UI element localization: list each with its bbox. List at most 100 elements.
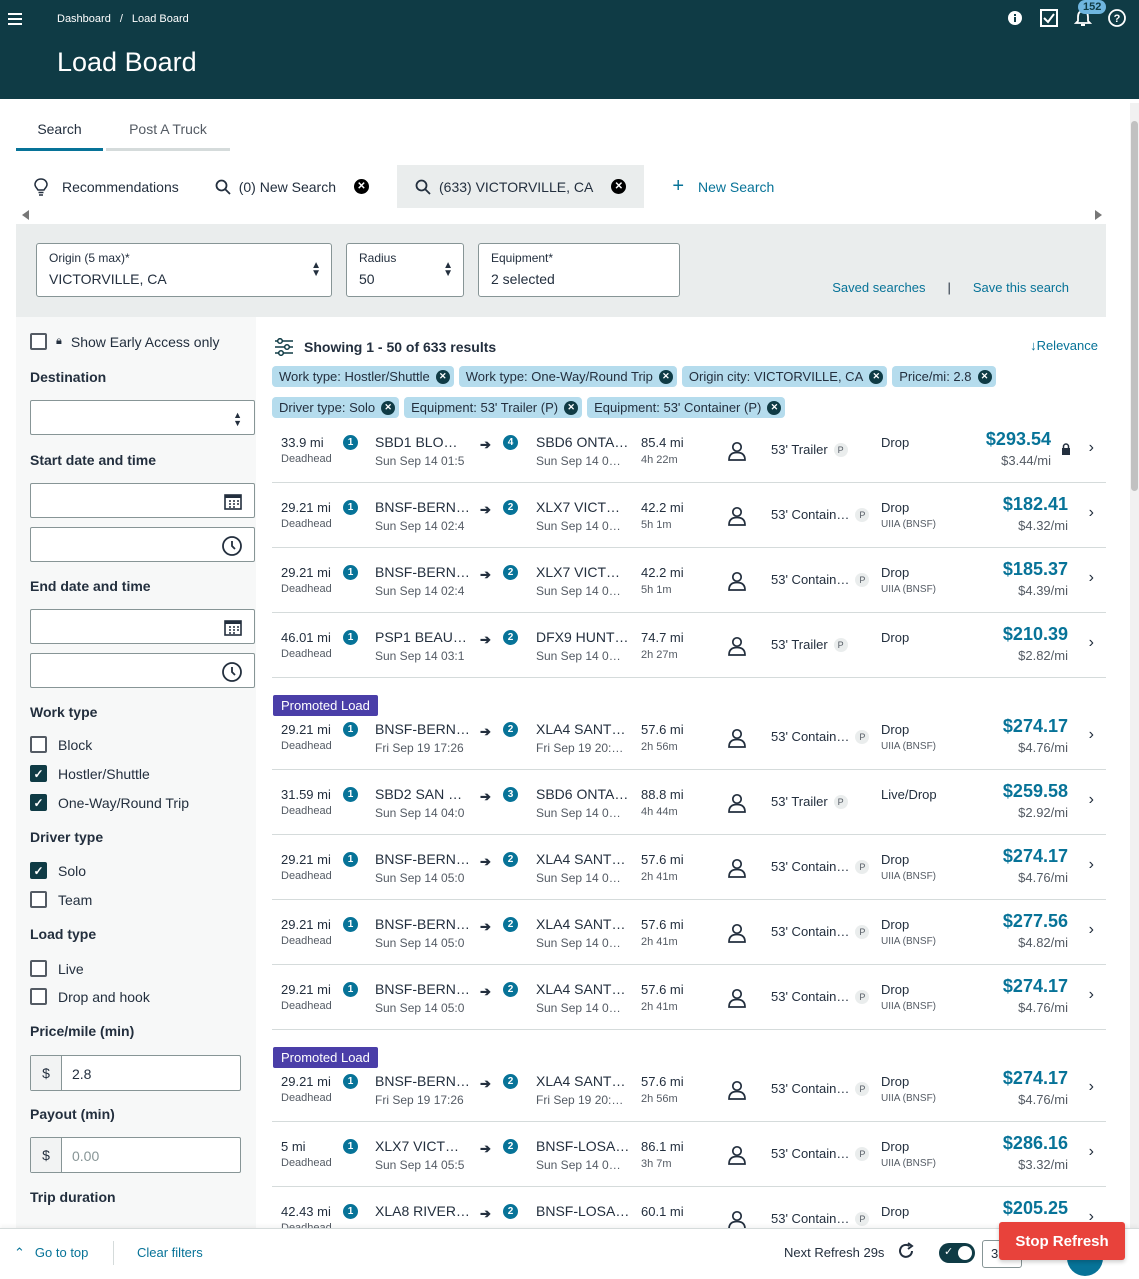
- load-row[interactable]: 33.9 mi Deadhead 1 SBD1 BLO… Sun Sep 14 01:5…: [272, 418, 1106, 483]
- chevron-right-icon[interactable]: ›: [1089, 856, 1094, 874]
- chevron-right-icon[interactable]: ›: [1089, 1078, 1094, 1096]
- chevron-right-icon[interactable]: ›: [1089, 504, 1094, 522]
- remove-filter-icon[interactable]: ✕: [658, 369, 673, 384]
- price-per-mile: $4.39/mi: [1018, 583, 1068, 598]
- tab-search[interactable]: Search: [16, 117, 103, 151]
- arrow-right-icon: ➔: [480, 437, 491, 452]
- new-search-button[interactable]: + New Search: [654, 165, 792, 208]
- destination-select[interactable]: ▲ ▼: [30, 400, 255, 435]
- close-search-icon[interactable]: ✕: [611, 179, 627, 194]
- checkbox[interactable]: [30, 960, 47, 977]
- load-row[interactable]: 31.59 mi Deadhead 1 SBD2 SAN … Sun Sep 14 04…: [272, 770, 1106, 835]
- load-row[interactable]: 5 mi Deadhead 1 XLX7 VICT… Sun Sep 14 05:5 ➔ 2…: [272, 1122, 1106, 1187]
- start-date-input[interactable]: [30, 483, 255, 518]
- remove-filter-icon[interactable]: ✕: [767, 400, 782, 415]
- page-title: Load Board: [57, 47, 197, 77]
- saved-searches-link[interactable]: Saved searches: [832, 280, 925, 295]
- load-row[interactable]: Promoted Load 29.21 mi Deadhead 1 BNSF-BERN……: [272, 678, 1106, 770]
- checkbox[interactable]: [30, 736, 47, 753]
- victorville-search-tab[interactable]: (633) VICTORVILLE, CA ✕: [397, 165, 645, 208]
- menu-icon[interactable]: [8, 13, 22, 27]
- calendar-icon[interactable]: [224, 492, 242, 515]
- help-icon[interactable]: ?: [1107, 8, 1127, 28]
- stop-number-badge: 1: [343, 1139, 358, 1154]
- checkbox-checked[interactable]: ✓: [30, 765, 47, 782]
- new-search-0-tab[interactable]: (0) New Search ✕: [197, 165, 387, 208]
- scrollbar-thumb[interactable]: [1131, 121, 1138, 491]
- checkbox[interactable]: [30, 891, 47, 908]
- checkbox-checked[interactable]: ✓: [30, 862, 47, 879]
- load-row[interactable]: 46.01 mi Deadhead 1 PSP1 BEAU… Sun Sep 14 03…: [272, 613, 1106, 678]
- equipment-type: 53' Contain…: [771, 729, 850, 744]
- close-search-icon[interactable]: ✕: [354, 179, 369, 194]
- work-type-block[interactable]: Block: [30, 736, 92, 753]
- early-access-filter[interactable]: 🔒︎ Show Early Access only: [30, 333, 219, 350]
- driver-type-team[interactable]: Team: [30, 891, 92, 908]
- checkbox[interactable]: [30, 988, 47, 1005]
- chevron-right-icon[interactable]: ›: [1089, 439, 1094, 457]
- chevron-right-icon[interactable]: ›: [1089, 791, 1094, 809]
- chevron-right-icon[interactable]: ›: [1089, 986, 1094, 1004]
- scroll-left-icon[interactable]: [22, 210, 29, 220]
- tasks-checkbox-icon[interactable]: [1039, 8, 1059, 28]
- remove-filter-icon[interactable]: ✕: [435, 369, 450, 384]
- filter-sliders-icon[interactable]: [274, 338, 294, 356]
- auto-refresh-toggle[interactable]: ✓: [939, 1243, 975, 1263]
- remove-filter-icon[interactable]: ✕: [977, 369, 992, 384]
- sort-relevance-button[interactable]: ↓Relevance: [1030, 338, 1098, 353]
- chevron-right-icon[interactable]: ›: [1089, 921, 1094, 939]
- load-type-drop-hook[interactable]: Drop and hook: [30, 988, 150, 1005]
- end-date-input[interactable]: [30, 609, 255, 644]
- driver-type-solo[interactable]: ✓ Solo: [30, 862, 86, 879]
- end-time-input[interactable]: [30, 653, 255, 688]
- price-per-mile: $4.82/mi: [1018, 935, 1068, 950]
- work-type-hostler[interactable]: ✓ Hostler/Shuttle: [30, 765, 150, 782]
- chevron-right-icon[interactable]: ›: [1089, 569, 1094, 587]
- go-to-top-button[interactable]: ⌃ Go to top: [14, 1245, 88, 1261]
- price-mile-input[interactable]: $ 2.8: [30, 1055, 241, 1091]
- load-row[interactable]: 29.21 mi Deadhead 1 BNSF-BERN… Sun Sep 14 05…: [272, 965, 1106, 1030]
- equipment-select[interactable]: Equipment* 2 selected: [478, 243, 680, 297]
- page-scrollbar[interactable]: [1130, 103, 1139, 1228]
- load-row[interactable]: 29.21 mi Deadhead 1 BNSF-BERN… Sun Sep 14 02…: [272, 483, 1106, 548]
- load-row[interactable]: 29.21 mi Deadhead 1 BNSF-BERN… Sun Sep 14 05…: [272, 835, 1106, 900]
- remove-filter-icon[interactable]: ✕: [381, 400, 396, 415]
- deadhead-miles: 29.21 mi: [281, 982, 331, 997]
- tab-post-a-truck[interactable]: Post A Truck: [106, 117, 230, 151]
- early-access-checkbox[interactable]: [30, 333, 47, 350]
- clock-icon[interactable]: [222, 536, 242, 561]
- work-type-one-way[interactable]: ✓ One-Way/Round Trip: [30, 794, 189, 811]
- stop-refresh-button[interactable]: Stop Refresh: [999, 1222, 1125, 1260]
- radius-select[interactable]: Radius 50 ▲ ▼: [346, 243, 464, 297]
- clock-icon[interactable]: [222, 662, 242, 687]
- checkbox-checked[interactable]: ✓: [30, 794, 47, 811]
- payout-input[interactable]: $ 0.00: [30, 1137, 241, 1173]
- load-row[interactable]: 29.21 mi Deadhead 1 BNSF-BERN… Sun Sep 14 02…: [272, 548, 1106, 613]
- chevron-right-icon[interactable]: ›: [1089, 726, 1094, 744]
- load-row[interactable]: Promoted Load 29.21 mi Deadhead 1 BNSF-BERN……: [272, 1030, 1106, 1122]
- clear-filters-button[interactable]: Clear filters: [137, 1245, 203, 1260]
- scroll-right-icon[interactable]: [1095, 210, 1102, 220]
- breadcrumb-dashboard[interactable]: Dashboard: [57, 13, 111, 25]
- notifications-bell-icon[interactable]: 152: [1073, 0, 1107, 28]
- remove-filter-icon[interactable]: ✕: [869, 369, 884, 384]
- origin-select[interactable]: Origin (5 max)* VICTORVILLE, CA ▲ ▼: [36, 243, 332, 297]
- person-icon: [727, 1210, 747, 1228]
- remove-filter-icon[interactable]: ✕: [564, 400, 579, 415]
- recommendations-label: Recommendations: [62, 178, 179, 195]
- load-row[interactable]: 29.21 mi Deadhead 1 BNSF-BERN… Sun Sep 14 05…: [272, 900, 1106, 965]
- chevron-right-icon[interactable]: ›: [1089, 1143, 1094, 1161]
- load-type-live[interactable]: Live: [30, 960, 84, 977]
- select-chevrons-icon: ▲ ▼: [233, 410, 242, 428]
- trip-miles: 57.6 mi: [641, 917, 684, 932]
- calendar-icon[interactable]: [224, 618, 242, 641]
- save-this-search-link[interactable]: Save this search: [973, 280, 1069, 295]
- trip-duration: 2h 41m: [641, 871, 678, 883]
- load-row[interactable]: 42.43 mi Deadhead 1 XLA8 RIVER… ➔ 2 BNSF-LOSA……: [272, 1187, 1106, 1228]
- recommendations-tab[interactable]: Recommendations: [16, 165, 197, 208]
- info-icon[interactable]: [1005, 8, 1025, 28]
- refresh-icon[interactable]: [896, 1241, 916, 1267]
- chevron-right-icon[interactable]: ›: [1089, 634, 1094, 652]
- stop-number-badge: 4: [503, 435, 518, 450]
- start-time-input[interactable]: [30, 527, 255, 562]
